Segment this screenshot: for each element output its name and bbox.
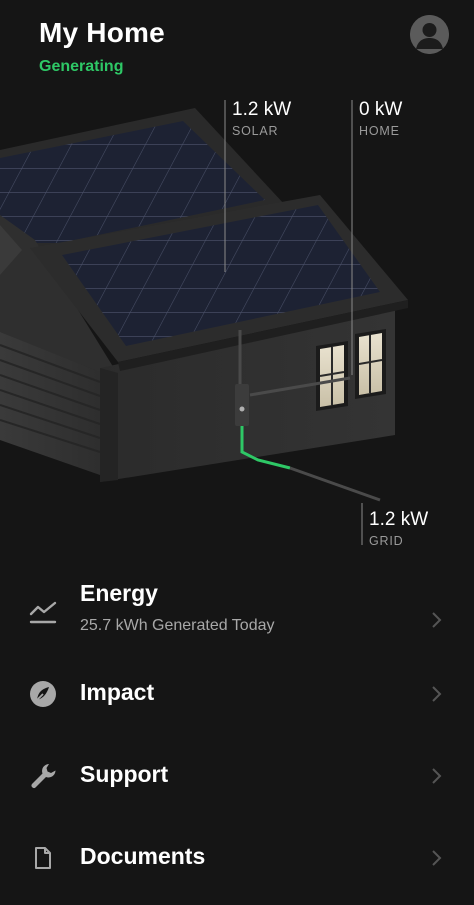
grid-label: GRID <box>369 534 404 548</box>
profile-avatar-button[interactable] <box>410 15 449 54</box>
user-icon <box>410 15 449 54</box>
chevron-right-icon <box>432 612 442 628</box>
menu-item-support[interactable]: Support <box>0 756 474 826</box>
leaf-icon <box>26 677 60 711</box>
house-solar-illustration <box>0 100 408 545</box>
menu-item-support-label: Support <box>80 761 169 787</box>
menu-item-energy[interactable]: Energy 25.7 kWh Generated Today <box>0 580 474 662</box>
home-label: HOME <box>359 124 400 138</box>
menu-item-impact-label: Impact <box>80 679 155 705</box>
solar-power-value: 1.2 kW <box>232 99 292 120</box>
grid-power-value: 1.2 kW <box>369 509 429 530</box>
chevron-right-icon <box>432 850 442 866</box>
energy-generated-today: 25.7 kWh Generated Today <box>80 617 275 634</box>
solar-readout: 1.2 kW SOLAR <box>232 99 291 139</box>
grid-readout: 1.2 kW GRID <box>369 509 428 549</box>
home-power-value: 0 kW <box>359 99 403 120</box>
app-screen: My Home Generating 1.2 kW SOLAR 0 kW HOM… <box>0 0 474 905</box>
menu-item-impact[interactable]: Impact <box>0 674 474 744</box>
document-icon <box>26 841 60 875</box>
inverter-box <box>235 384 249 426</box>
wrench-icon <box>26 759 60 793</box>
chevron-right-icon <box>432 686 442 702</box>
menu-item-documents[interactable]: Documents <box>0 838 474 905</box>
energy-chart-icon <box>26 596 60 630</box>
home-readout: 0 kW HOME <box>359 99 402 139</box>
chevron-right-icon <box>432 768 442 784</box>
solar-label: SOLAR <box>232 124 279 138</box>
page-title: My Home <box>39 17 165 48</box>
menu-item-energy-label: Energy <box>80 580 158 606</box>
menu-item-documents-label: Documents <box>80 843 206 869</box>
generation-status: Generating <box>39 58 124 75</box>
